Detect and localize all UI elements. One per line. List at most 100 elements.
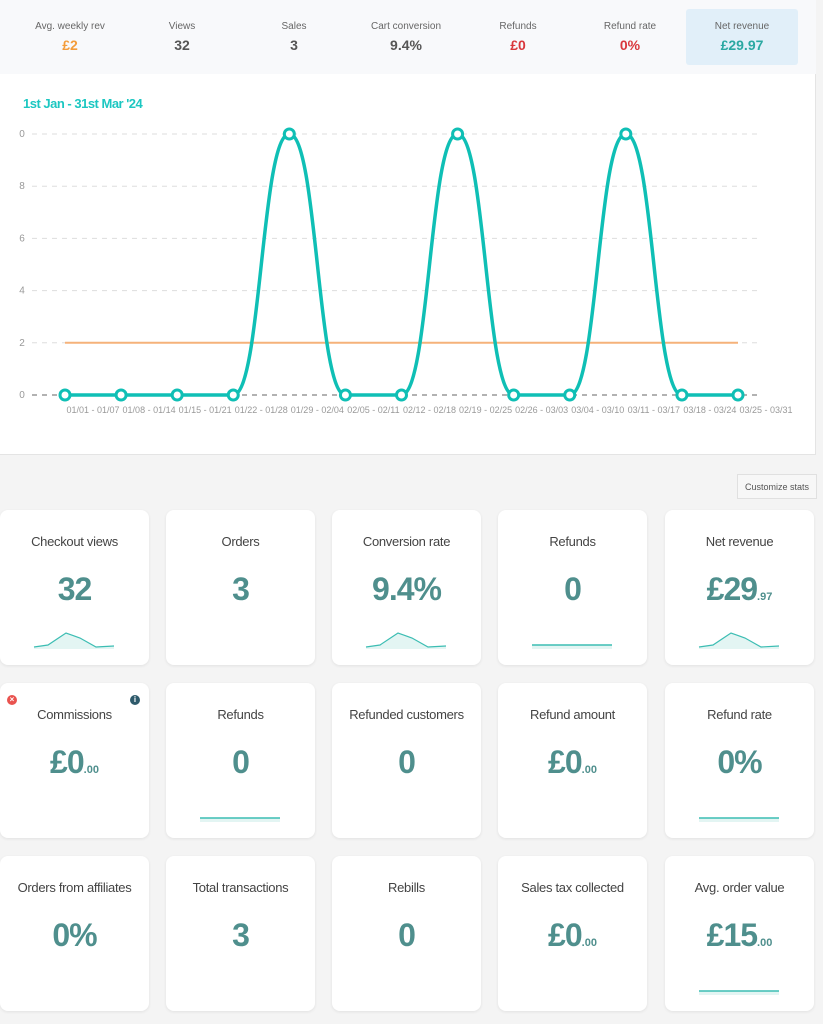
- x-tick-label: 02/12 - 02/18: [403, 405, 456, 415]
- card-title: Conversion rate: [362, 534, 451, 549]
- card-value: 0: [398, 917, 416, 953]
- stat-card[interactable]: Refunds 0: [498, 510, 647, 665]
- x-tick-label: 01/22 - 01/28: [235, 405, 288, 415]
- summary-value: 9.4%: [390, 37, 422, 53]
- stat-card[interactable]: Avg. order value £15.00: [665, 856, 814, 1011]
- y-tick-label: 0: [19, 129, 25, 140]
- data-point[interactable]: [507, 388, 521, 402]
- x-tick-label: 01/01 - 01/07: [66, 405, 119, 415]
- stat-card[interactable]: Orders from affiliates 0%: [0, 856, 149, 1011]
- card-value: 0: [398, 744, 416, 780]
- x-tick-label: 02/19 - 02/25: [459, 405, 512, 415]
- summary-value: 3: [290, 37, 298, 53]
- sales-series-line: [65, 132, 738, 397]
- card-value: 32: [57, 571, 93, 607]
- summary-value: £0: [510, 37, 526, 53]
- card-value: £0.00: [548, 744, 597, 780]
- stat-card[interactable]: Rebills 0: [332, 856, 481, 1011]
- stat-card[interactable]: Checkout views 32: [0, 510, 149, 665]
- card-value: 3: [232, 571, 250, 607]
- card-value: 3: [232, 917, 250, 953]
- x-tick-label: 02/26 - 03/03: [515, 405, 568, 415]
- line-chart: 0 2 4 6 8 0 01/01 - 01/07 01/08 - 01/14 01/15 - …: [19, 127, 793, 415]
- summary-stat: Views 32: [126, 9, 238, 65]
- stat-card[interactable]: Orders 3: [166, 510, 315, 665]
- stat-card[interactable]: Net revenue £29.97: [665, 510, 814, 665]
- data-point[interactable]: [395, 388, 408, 402]
- stat-card[interactable]: Refund amount £0.00: [498, 683, 647, 838]
- sparkline: [699, 817, 779, 822]
- x-tick-label: 03/04 - 03/10: [571, 405, 624, 415]
- card-title: Refund rate: [707, 707, 772, 722]
- data-point[interactable]: [226, 388, 240, 402]
- summary-label: Views: [168, 21, 196, 32]
- sparkline: [698, 632, 780, 649]
- x-tick-label: 01/08 - 01/14: [123, 405, 176, 415]
- x-tick-label: 02/05 - 02/11: [347, 405, 399, 415]
- card-value: 0%: [717, 744, 762, 780]
- stat-card[interactable]: × i Commissions £0.00: [0, 683, 149, 838]
- summary-stat: Avg. weekly rev £2: [14, 9, 126, 65]
- summary-bar: Avg. weekly rev £2 Views 32 Sales 3 Cart conve…: [0, 0, 816, 74]
- stat-card[interactable]: Refunds 0: [166, 683, 315, 838]
- remove-icon[interactable]: ×: [7, 695, 17, 705]
- card-value: 0%: [52, 917, 97, 953]
- data-point[interactable]: [451, 127, 465, 141]
- summary-value: 0%: [619, 37, 641, 53]
- card-title: Sales tax collected: [521, 880, 624, 895]
- data-point[interactable]: [338, 388, 352, 402]
- summary-stat: Cart conversion 9.4%: [350, 9, 462, 65]
- card-title: Orders: [221, 534, 260, 549]
- sparkline: [200, 817, 280, 822]
- sparkline: [365, 632, 447, 649]
- x-tick-label: 03/18 - 03/24: [683, 405, 736, 415]
- summary-label: Net revenue: [714, 21, 770, 32]
- summary-stat: Net revenue £29.97: [686, 9, 798, 65]
- data-point[interactable]: [619, 127, 633, 141]
- y-tick-label: 8: [19, 181, 25, 192]
- y-tick-label: 4: [19, 286, 25, 297]
- data-point[interactable]: [58, 388, 72, 402]
- y-tick-label: 0: [19, 390, 25, 401]
- summary-label: Refund rate: [603, 21, 657, 32]
- card-title: Refunds: [217, 707, 264, 722]
- card-title: Commissions: [37, 707, 112, 722]
- info-icon[interactable]: i: [130, 695, 140, 705]
- data-point[interactable]: [114, 388, 128, 402]
- card-value: 9.4%: [372, 571, 442, 607]
- y-tick-label: 2: [19, 338, 25, 349]
- card-title: Rebills: [388, 880, 425, 895]
- sparkline: [699, 990, 779, 995]
- card-title: Refund amount: [530, 707, 615, 722]
- customize-stats-button[interactable]: Customize stats: [737, 474, 817, 499]
- revenue-chart-panel: 1st Jan - 31st Mar '24 0 2 4 6 8 0 01/01 - 01/…: [0, 74, 816, 455]
- summary-stat: Sales 3: [238, 9, 350, 65]
- card-title: Total transactions: [192, 880, 289, 895]
- card-value: £29.97: [706, 571, 773, 607]
- data-point[interactable]: [282, 127, 296, 141]
- summary-stat: Refund rate 0%: [574, 9, 686, 65]
- summary-value: £29.97: [720, 37, 764, 53]
- x-tick-label: 03/11 - 03/17: [628, 405, 680, 415]
- stat-card[interactable]: Refund rate 0%: [665, 683, 814, 838]
- stat-card[interactable]: Refunded customers 0: [332, 683, 481, 838]
- card-value: £15.00: [706, 917, 773, 953]
- stat-card[interactable]: Conversion rate 9.4%: [332, 510, 481, 665]
- stat-card[interactable]: Sales tax collected £0.00: [498, 856, 647, 1011]
- y-tick-label: 6: [19, 233, 25, 244]
- sparkline: [33, 632, 115, 649]
- data-point[interactable]: [170, 388, 184, 402]
- stat-card[interactable]: Total transactions 3: [166, 856, 315, 1011]
- card-value: 0: [232, 744, 250, 780]
- data-point[interactable]: [731, 388, 745, 402]
- x-tick-label: 01/29 - 02/04: [291, 405, 344, 415]
- card-title: Net revenue: [705, 534, 774, 549]
- summary-value: 32: [174, 37, 190, 53]
- card-title: Orders from affiliates: [17, 880, 132, 895]
- card-value: £0.00: [50, 744, 99, 780]
- data-point[interactable]: [675, 388, 689, 402]
- card-title: Refunds: [549, 534, 596, 549]
- summary-label: Sales: [281, 21, 307, 32]
- x-tick-label: 03/25 - 03/31: [739, 405, 792, 415]
- data-point[interactable]: [563, 388, 577, 402]
